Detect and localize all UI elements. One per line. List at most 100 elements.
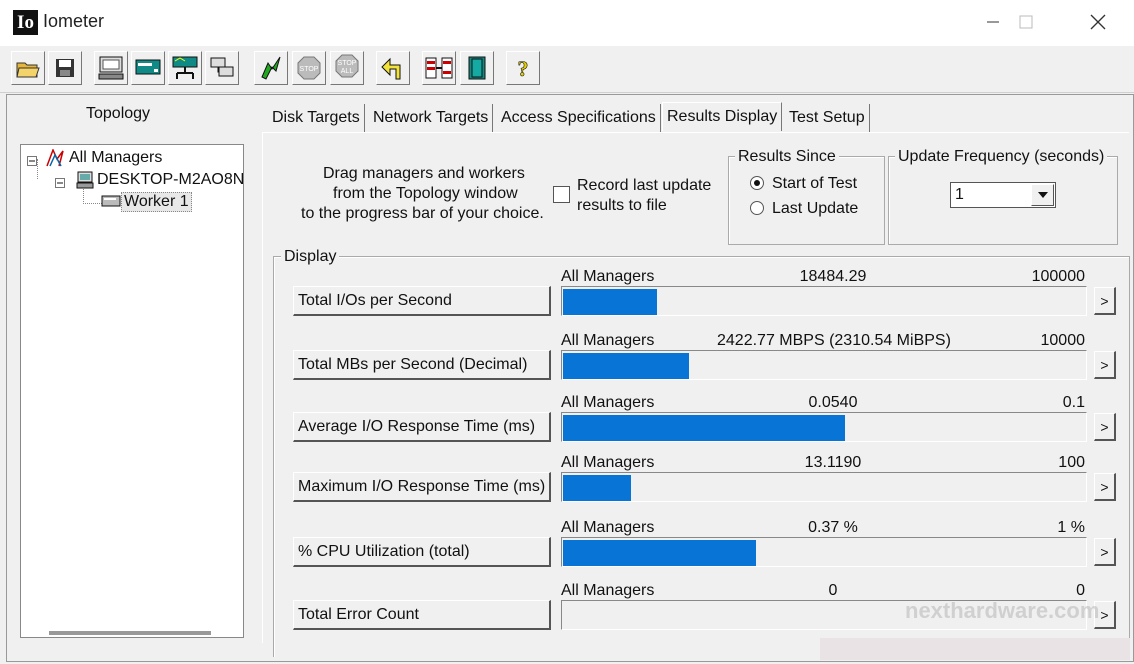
svg-text:STOP: STOP xyxy=(300,66,319,73)
radio-last-update-label: Last Update xyxy=(772,200,859,217)
exit-button[interactable] xyxy=(460,51,494,85)
metric-value: 18484.29 xyxy=(799,268,867,285)
metric-progress-fill xyxy=(563,353,689,379)
metric-name-button[interactable]: Total MBs per Second (Decimal) xyxy=(293,350,551,380)
close-button[interactable] xyxy=(1075,4,1121,40)
chevron-down-icon xyxy=(1037,192,1048,198)
minimize-icon xyxy=(987,21,999,23)
tree-line xyxy=(83,189,102,204)
metric-value: 13.1190 xyxy=(804,454,862,471)
tab-results-display[interactable]: Results Display xyxy=(662,102,783,131)
radio-start-of-test[interactable] xyxy=(749,175,765,196)
bottom-edge xyxy=(820,638,1130,660)
metric-progress-bar[interactable] xyxy=(561,537,1087,567)
toolbar: STOP STOP ALL ? xyxy=(0,46,1134,93)
metric-name-button[interactable]: % CPU Utilization (total) xyxy=(293,537,551,567)
metric-source: All Managers xyxy=(561,582,655,599)
tree-line xyxy=(37,159,39,179)
computer-icon xyxy=(98,56,124,80)
metric-name-button[interactable]: Maximum I/O Response Time (ms) xyxy=(293,472,551,502)
update-frequency-value: 1 xyxy=(955,186,964,203)
tab-test-setup[interactable]: Test Setup xyxy=(785,104,870,132)
metric-value: 0 xyxy=(828,582,838,599)
collapse-icon[interactable] xyxy=(55,175,65,193)
tree-item-worker[interactable]: Worker 1 xyxy=(121,192,192,212)
metric-source: All Managers xyxy=(561,268,655,285)
topology-tree[interactable]: All Managers DESKTOP-M2AO8N Worker 1 xyxy=(20,144,244,638)
maximize-button[interactable] xyxy=(1003,4,1049,40)
maximize-icon xyxy=(1019,15,1033,29)
stop-icon: STOP xyxy=(297,56,321,80)
bars-icon xyxy=(425,57,453,79)
stop-button[interactable]: STOP xyxy=(292,51,326,85)
iometer-window: Io Iometer STOP STOP ALL ? Topology All … xyxy=(0,0,1134,664)
metric-max: 0.1 xyxy=(1062,394,1085,411)
collapse-icon[interactable] xyxy=(27,153,37,171)
svg-text:?: ? xyxy=(518,56,529,81)
open-icon xyxy=(16,62,40,78)
metric-name-button[interactable]: Average I/O Response Time (ms) xyxy=(293,412,551,442)
tree-hscrollbar[interactable] xyxy=(49,631,211,635)
metric-value: 0.37 % xyxy=(808,519,858,536)
start-test-button[interactable] xyxy=(254,51,288,85)
new-manager-button[interactable] xyxy=(94,51,128,85)
record-results-checkbox[interactable] xyxy=(553,186,570,203)
network-worker-icon xyxy=(172,56,198,79)
svg-text:STOP: STOP xyxy=(338,60,357,67)
drag-instructions-line1: Drag managers and workers xyxy=(323,165,525,182)
dropdown-button[interactable] xyxy=(1031,184,1054,206)
radio-last-update[interactable] xyxy=(749,200,765,221)
metric-expand-button[interactable]: > xyxy=(1094,538,1116,566)
record-results-label-line1: Record last update xyxy=(577,177,712,194)
display-label: Display xyxy=(281,248,340,266)
results-display-button[interactable] xyxy=(422,51,456,85)
metric-source: All Managers xyxy=(561,519,655,536)
save-button[interactable] xyxy=(48,51,82,85)
metric-name-button[interactable]: Total Error Count xyxy=(293,600,551,630)
radio-start-of-test-label: Start of Test xyxy=(772,175,858,192)
drag-instructions-line3: to the progress bar of your choice. xyxy=(301,205,544,222)
metric-progress-bar[interactable] xyxy=(561,350,1087,380)
tree-item-all-managers[interactable]: All Managers xyxy=(69,149,162,167)
reset-workers-button[interactable] xyxy=(376,51,410,85)
start-flag-icon xyxy=(261,56,281,80)
disk-worker-icon xyxy=(135,59,161,75)
app-logo: Io xyxy=(13,10,38,35)
metric-name-button[interactable]: Total I/Os per Second xyxy=(293,286,551,316)
results-since-label: Results Since xyxy=(735,148,839,166)
metric-progress-fill xyxy=(563,540,756,566)
svg-text:ALL: ALL xyxy=(341,68,354,75)
metric-expand-button[interactable]: > xyxy=(1094,413,1116,441)
window-title: Iometer xyxy=(43,11,105,31)
reset-arrow-icon xyxy=(381,57,401,80)
copy-worker-icon xyxy=(210,57,234,77)
title-bar: Io Iometer xyxy=(0,0,1134,46)
stop-all-button[interactable]: STOP ALL xyxy=(330,51,364,85)
tab-access-specifications[interactable]: Access Specifications xyxy=(497,104,661,132)
copy-worker-button[interactable] xyxy=(205,51,239,85)
update-frequency-select[interactable]: 1 xyxy=(950,182,1056,208)
metric-expand-button[interactable]: > xyxy=(1094,351,1116,379)
metric-expand-button[interactable]: > xyxy=(1094,473,1116,501)
metric-progress-bar[interactable] xyxy=(561,286,1087,316)
record-results-label-line2: results to file xyxy=(577,197,667,214)
new-worker-button[interactable] xyxy=(131,51,165,85)
metric-progress-bar[interactable] xyxy=(561,412,1087,442)
watermark: nexthardware.com xyxy=(905,598,1100,623)
metric-progress-bar[interactable] xyxy=(561,472,1087,502)
stop-all-icon: STOPALL xyxy=(335,54,359,78)
tab-disk-targets[interactable]: Disk Targets xyxy=(268,104,365,132)
drag-instructions-line2: from the Topology window xyxy=(333,185,518,202)
worker-disk-icon xyxy=(101,193,121,214)
metric-value: 2422.77 MBPS (2310.54 MiBPS) xyxy=(717,332,951,349)
help-question-icon: ? xyxy=(517,56,529,81)
tab-network-targets[interactable]: Network Targets xyxy=(369,104,494,132)
tree-item-manager[interactable]: DESKTOP-M2AO8N xyxy=(97,171,243,189)
metric-source: All Managers xyxy=(561,394,655,411)
topology-title: Topology xyxy=(86,105,151,122)
open-button[interactable] xyxy=(11,51,45,85)
about-button[interactable]: ? xyxy=(506,51,540,85)
metric-expand-button[interactable]: > xyxy=(1094,287,1116,315)
network-worker-button[interactable] xyxy=(168,51,202,85)
exit-door-icon xyxy=(468,56,486,80)
